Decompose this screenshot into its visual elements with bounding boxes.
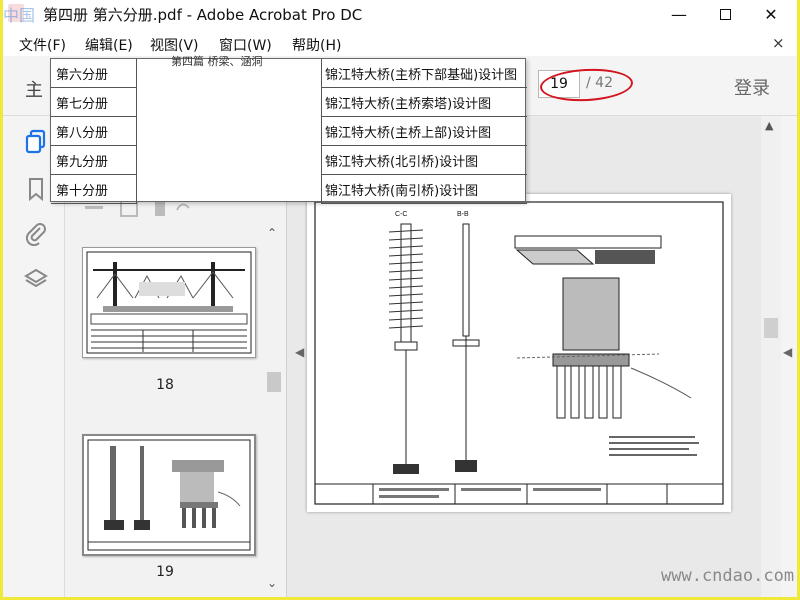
popup-left-item[interactable]: 第八分册 <box>51 117 137 146</box>
popup-right-item[interactable]: 锦江特大桥(南引桥)设计图 <box>321 175 527 204</box>
login-button[interactable]: 登录 <box>734 74 770 100</box>
popup-left-item[interactable]: 第七分册 <box>51 88 137 117</box>
thumbnail-page-19[interactable] <box>82 434 256 556</box>
menu-view[interactable]: 视图(V) <box>150 35 199 55</box>
window-title: 第四册 第六分册.pdf - Adobe Acrobat Pro DC <box>43 6 363 24</box>
scroll-down-icon[interactable]: ⌄ <box>267 576 277 590</box>
watermark-top-left: 中国 <box>3 6 36 25</box>
expand-right-panel-icon[interactable]: ◀ <box>783 345 792 359</box>
close-icon: ✕ <box>764 4 778 24</box>
popup-right-item[interactable]: 锦江特大桥(主桥下部基础)设计图 <box>321 59 527 88</box>
thumbnail-label-18: 18 <box>156 377 174 393</box>
popup-right-item[interactable]: 锦江特大桥(主桥索塔)设计图 <box>321 88 527 117</box>
home-tab[interactable]: 主 <box>25 76 43 102</box>
svg-text:B-B: B-B <box>457 211 469 218</box>
attachment-icon[interactable] <box>23 220 49 246</box>
popup-left-item[interactable]: 第十分册 <box>51 175 137 204</box>
acrobat-window: 中国 第四册 第六分册.pdf - Adobe Acrobat Pro DC —… <box>3 0 797 597</box>
menu-window[interactable]: 窗口(W) <box>219 35 272 55</box>
thumbnail-label-19: 19 <box>156 564 174 580</box>
menu-file[interactable]: 文件(F) <box>19 35 66 55</box>
thumbnail-drawing-19 <box>87 439 251 551</box>
layers-icon[interactable] <box>23 266 49 292</box>
right-tools-rail: ◀ <box>781 116 797 597</box>
maximize-button[interactable] <box>702 0 748 28</box>
watermark-bottom-right: www.cndao.com <box>661 566 795 586</box>
menu-bar: 文件(F) 编辑(E) 视图(V) 窗口(W) 帮助(H) × <box>3 30 797 56</box>
svg-text:C-C: C-C <box>395 211 407 218</box>
close-window-button[interactable]: ✕ <box>748 0 794 28</box>
doc-scroll-up-icon[interactable]: ▲ <box>765 119 773 132</box>
close-document-button[interactable]: × <box>772 34 785 52</box>
thumbnail-scroll-thumb[interactable] <box>267 372 281 392</box>
scroll-up-icon[interactable]: ⌃ <box>267 226 277 240</box>
thumbnail-scrollbar[interactable]: ⌃ ⌄ <box>265 226 282 597</box>
minimize-icon: — <box>671 4 687 24</box>
bookmark-icon[interactable] <box>23 176 49 202</box>
menu-edit[interactable]: 编辑(E) <box>85 35 133 55</box>
bookmark-popup: 第四篇 桥梁、涵洞 第六分册 第七分册 第八分册 第九分册 第十分册 锦江特大桥… <box>50 55 527 204</box>
document-scrollbar[interactable]: ▲ <box>761 116 781 597</box>
title-bar: 中国 第四册 第六分册.pdf - Adobe Acrobat Pro DC —… <box>3 0 797 28</box>
popup-left-item[interactable]: 第六分册 <box>51 59 137 88</box>
minimize-button[interactable]: — <box>656 0 702 28</box>
thumbnail-drawing-18 <box>86 251 252 354</box>
popup-right-item[interactable]: 锦江特大桥(北引桥)设计图 <box>321 146 527 175</box>
copy-pages-icon[interactable] <box>23 128 49 154</box>
document-scroll-thumb[interactable] <box>764 318 778 338</box>
menu-help[interactable]: 帮助(H) <box>292 35 341 55</box>
collapse-left-icon[interactable]: ◀ <box>295 345 304 359</box>
popup-header: 第四篇 桥梁、涵洞 <box>171 55 263 68</box>
engineering-drawing: C-C B-B <box>314 201 724 505</box>
pdf-page: C-C B-B <box>307 194 731 512</box>
popup-left-item[interactable]: 第九分册 <box>51 146 137 175</box>
thumbnail-page-18[interactable] <box>82 247 256 358</box>
popup-right-item[interactable]: 锦江特大桥(主桥上部)设计图 <box>321 117 527 146</box>
maximize-icon <box>719 8 731 20</box>
